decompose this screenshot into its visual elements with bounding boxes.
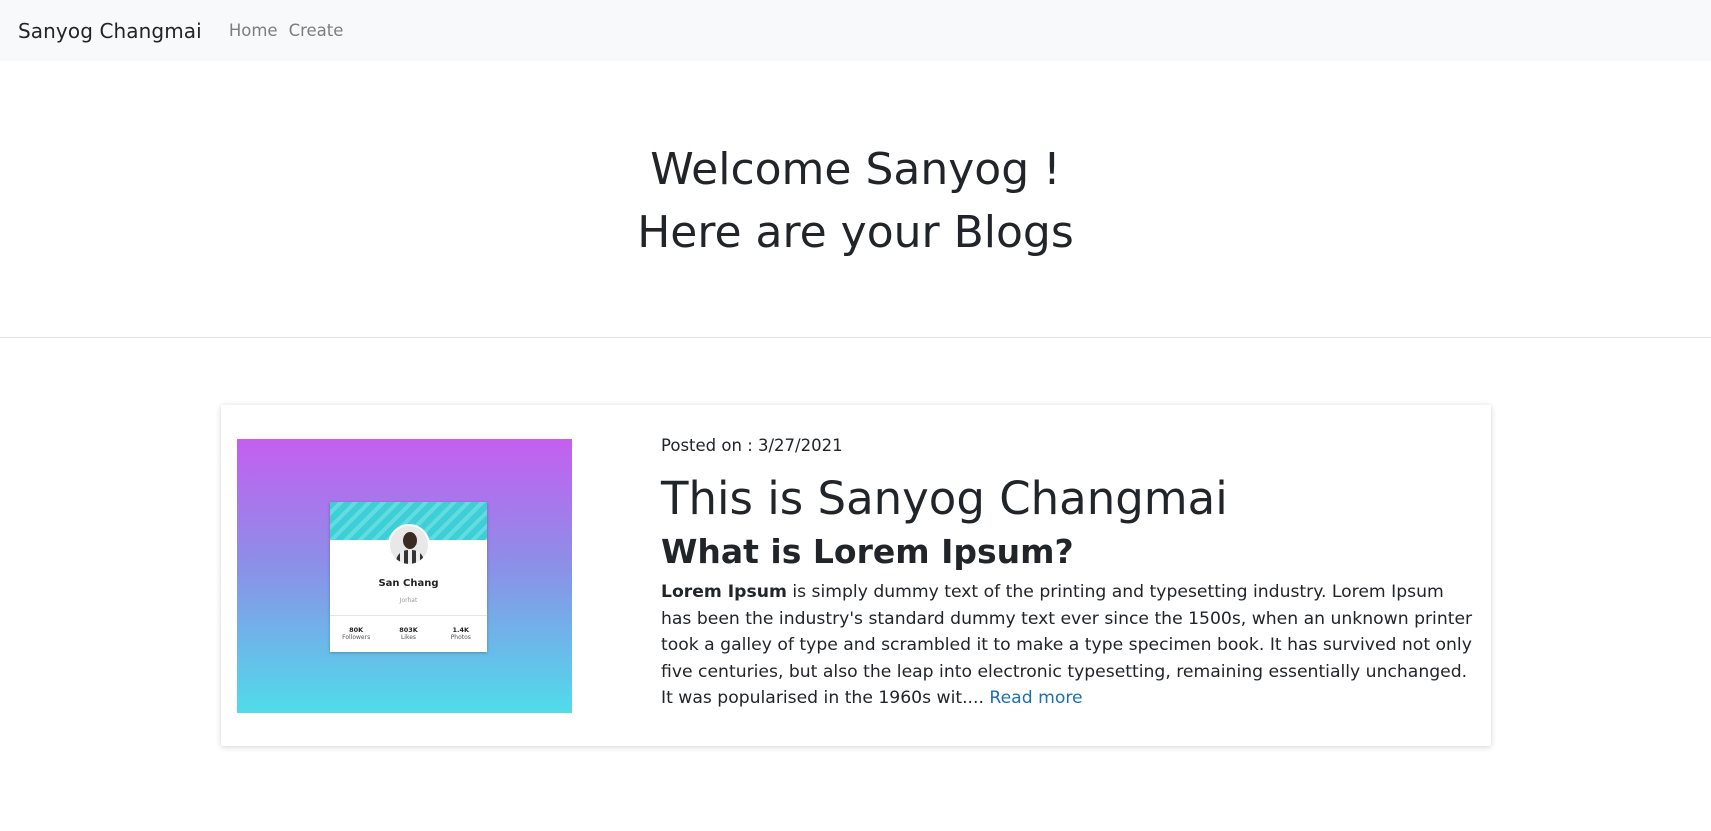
top-navbar: Sanyog Changmai Home Create <box>0 0 1711 61</box>
stat-photos: 1.4K Photos <box>450 626 471 642</box>
blog-thumbnail: San Chang Jorhat 80K Followers 803K Like… <box>237 439 572 713</box>
profile-card-image: San Chang Jorhat 80K Followers 803K Like… <box>330 502 487 652</box>
navbar-brand[interactable]: Sanyog Changmai <box>18 19 202 43</box>
section-divider <box>0 337 1711 338</box>
blog-card: San Chang Jorhat 80K Followers 803K Like… <box>221 405 1491 746</box>
stat-followers: 80K Followers <box>342 626 371 642</box>
profile-location: Jorhat <box>399 597 418 604</box>
welcome-heading: Welcome Sanyog ! <box>650 144 1061 195</box>
stat-likes: 803K Likes <box>399 626 418 642</box>
blogs-heading: Here are your Blogs <box>637 207 1074 258</box>
welcome-header: Welcome Sanyog ! Here are your Blogs <box>0 138 1711 264</box>
nav-link-create[interactable]: Create <box>289 21 344 40</box>
nav-link-home[interactable]: Home <box>229 21 278 40</box>
profile-stats: 80K Followers 803K Likes 1.4K Photos <box>330 615 487 641</box>
posted-date: Posted on : 3/27/2021 <box>661 436 843 455</box>
excerpt-lead: Lorem Ipsum <box>661 582 787 602</box>
blog-subtitle: What is Lorem Ipsum? <box>661 532 1074 571</box>
avatar <box>388 524 430 566</box>
blog-title: This is Sanyog Changmai <box>661 472 1228 525</box>
read-more-link[interactable]: Read more <box>989 688 1082 708</box>
profile-name: San Chang <box>378 578 439 589</box>
blog-excerpt: Lorem Ipsum is simply dummy text of the … <box>661 579 1476 712</box>
blog-content: Posted on : 3/27/2021 This is Sanyog Cha… <box>661 434 1476 712</box>
